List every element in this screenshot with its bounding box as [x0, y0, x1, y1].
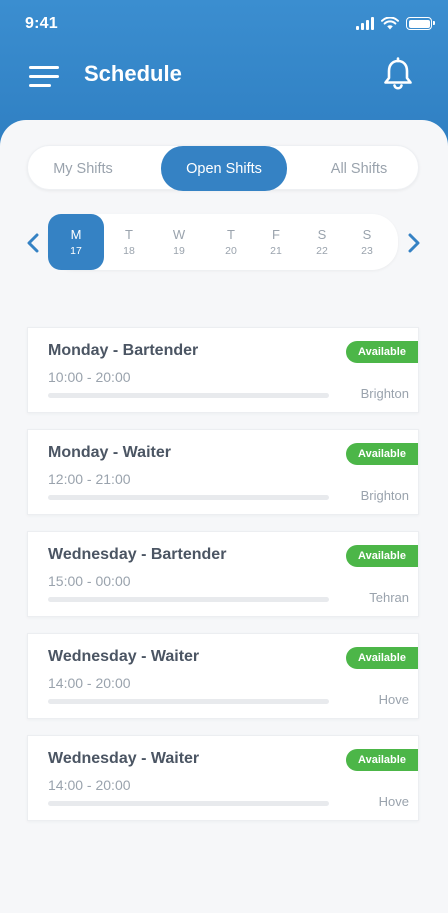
shift-progress-bar — [48, 597, 329, 602]
shift-card[interactable]: Wednesday - Waiter 14:00 - 20:00 Availab… — [27, 633, 419, 719]
day-number: 19 — [173, 244, 185, 257]
status-badge: Available — [346, 545, 418, 567]
day-number: 18 — [123, 244, 135, 257]
day-letter: M — [70, 226, 82, 242]
day-letter: S — [317, 226, 327, 242]
shift-card[interactable]: Wednesday - Bartender 15:00 - 00:00 Avai… — [27, 531, 419, 617]
shift-time: 12:00 - 21:00 — [48, 471, 131, 487]
shift-progress-bar — [48, 393, 329, 398]
day-letter: F — [272, 226, 280, 242]
chevron-left-icon[interactable] — [26, 233, 40, 253]
shift-location: Hove — [378, 692, 409, 707]
shift-location: Brighton — [360, 386, 409, 401]
shift-title: Wednesday - Waiter — [48, 750, 200, 767]
day-number: 21 — [270, 244, 282, 257]
day-number: 22 — [316, 244, 328, 257]
tab-open-shifts[interactable]: Open Shifts — [161, 146, 287, 191]
day-number: 20 — [225, 244, 237, 257]
hamburger-menu-icon[interactable] — [29, 66, 59, 88]
day-letter: T — [227, 226, 235, 242]
shift-time: 15:00 - 00:00 — [48, 573, 131, 589]
shift-card[interactable]: Monday - Waiter 12:00 - 21:00 Available … — [27, 429, 419, 515]
tab-my-shifts[interactable]: My Shifts — [28, 146, 138, 191]
day-saturday[interactable]: S 22 — [305, 214, 339, 270]
shift-title: Monday - Waiter — [48, 444, 171, 461]
day-wednesday[interactable]: W 19 — [162, 214, 196, 270]
status-badge: Available — [346, 443, 418, 465]
cellular-signal-icon — [356, 17, 374, 30]
battery-icon — [406, 17, 435, 30]
day-thursday[interactable]: T 20 — [214, 214, 248, 270]
shift-location: Brighton — [360, 488, 409, 503]
shift-location: Hove — [378, 794, 409, 809]
wifi-icon — [381, 17, 399, 30]
status-badge: Available — [346, 647, 418, 669]
status-bar: 9:41 — [0, 0, 448, 48]
shift-time: 14:00 - 20:00 — [48, 675, 131, 691]
page-title: Schedule — [84, 61, 182, 86]
shift-time: 10:00 - 20:00 — [48, 369, 131, 385]
shift-progress-bar — [48, 801, 329, 806]
day-letter: T — [125, 226, 133, 242]
shift-location: Tehran — [369, 590, 409, 605]
day-number: 17 — [70, 244, 82, 257]
bell-icon[interactable] — [382, 57, 414, 91]
shift-title: Monday - Bartender — [48, 342, 199, 359]
shift-progress-bar — [48, 699, 329, 704]
shift-card[interactable]: Monday - Bartender 10:00 - 20:00 Availab… — [27, 327, 419, 413]
chevron-right-icon[interactable] — [407, 233, 421, 253]
day-sunday[interactable]: S 23 — [350, 214, 384, 270]
day-monday[interactable]: M 17 — [48, 214, 104, 270]
tab-all-shifts[interactable]: All Shifts — [298, 146, 420, 191]
status-time: 9:41 — [25, 15, 58, 32]
status-badge: Available — [346, 341, 418, 363]
shift-title: Wednesday - Bartender — [48, 546, 227, 563]
shift-tabs: My Shifts Open Shifts All Shifts — [27, 145, 420, 191]
day-number: 23 — [361, 244, 373, 257]
shift-card[interactable]: Wednesday - Waiter 14:00 - 20:00 Availab… — [27, 735, 419, 821]
shift-title: Wednesday - Waiter — [48, 648, 200, 665]
shift-time: 14:00 - 20:00 — [48, 777, 131, 793]
status-badge: Available — [346, 749, 418, 771]
day-tuesday[interactable]: T 18 — [112, 214, 146, 270]
day-letter: S — [362, 226, 372, 242]
shift-progress-bar — [48, 495, 329, 500]
day-friday[interactable]: F 21 — [259, 214, 293, 270]
day-letter: W — [172, 226, 186, 242]
status-icons — [356, 17, 435, 30]
